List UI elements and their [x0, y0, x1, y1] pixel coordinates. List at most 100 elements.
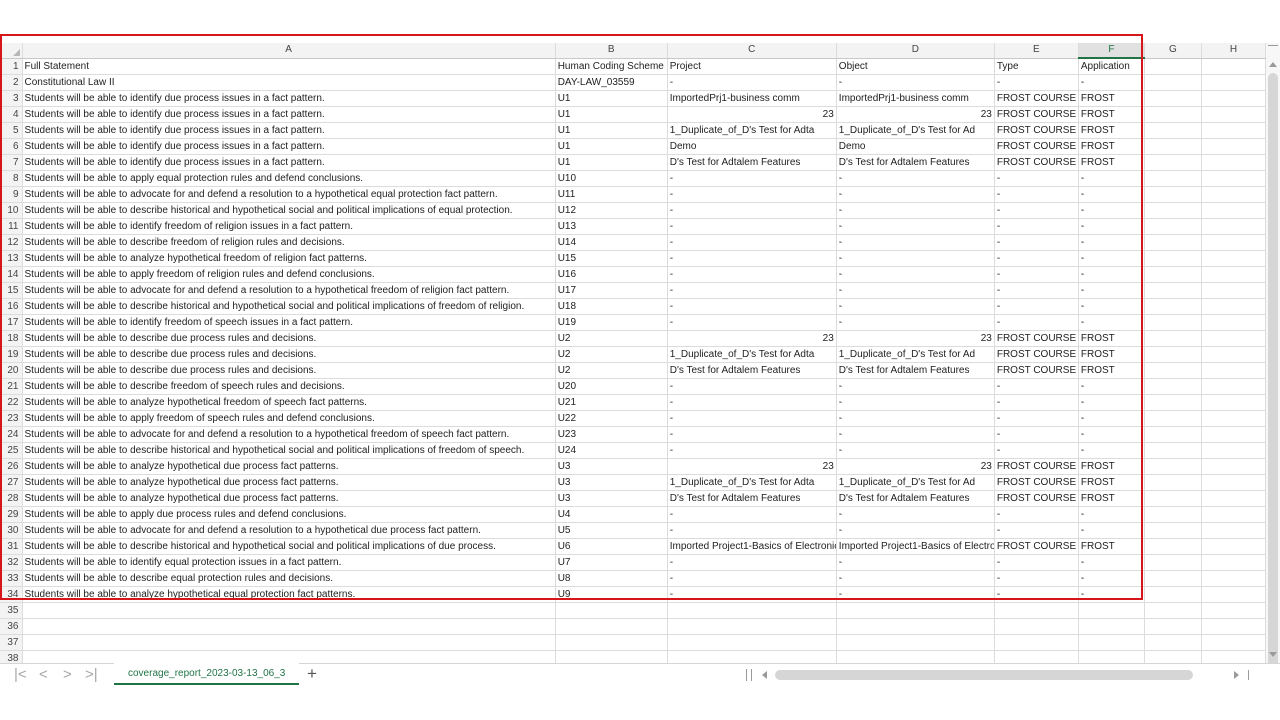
row-header[interactable]: 7 [0, 154, 23, 171]
cell-c12[interactable]: - [667, 234, 837, 251]
cell-c24[interactable]: - [667, 426, 837, 443]
cell-b15[interactable]: U17 [555, 282, 668, 299]
cell-b3[interactable]: U1 [555, 90, 668, 107]
cell-h6[interactable] [1201, 138, 1267, 155]
cell-d31[interactable]: Imported Project1-Basics of Electronics [836, 538, 995, 555]
cell-e28[interactable]: FROST COURSE [994, 490, 1079, 507]
cell-f17[interactable]: - [1078, 314, 1145, 331]
cell-g15[interactable] [1144, 282, 1202, 299]
cell-d14[interactable]: - [836, 266, 995, 283]
cell-b36[interactable] [555, 618, 668, 635]
column-header-d[interactable]: D [836, 43, 995, 59]
horizontal-scrollbar[interactable] [757, 668, 1249, 682]
cell-b21[interactable]: U20 [555, 378, 668, 395]
cell-a5[interactable]: Students will be able to identify due pr… [22, 122, 556, 139]
last-sheet-icon[interactable]: >| [85, 667, 98, 682]
cell-a10[interactable]: Students will be able to describe histor… [22, 202, 556, 219]
cell-g7[interactable] [1144, 154, 1202, 171]
scroll-down-icon[interactable] [1269, 652, 1277, 657]
scroll-right-icon[interactable] [1234, 671, 1239, 679]
cell-g36[interactable] [1144, 618, 1202, 635]
add-sheet-button[interactable]: + [307, 665, 317, 683]
cell-c2[interactable]: - [667, 74, 837, 91]
cell-b4[interactable]: U1 [555, 106, 668, 123]
cell-b34[interactable]: U9 [555, 586, 668, 603]
cell-c19[interactable]: 1_Duplicate_of_D's Test for Adta [667, 346, 837, 363]
cell-a21[interactable]: Students will be able to describe freedo… [22, 378, 556, 395]
cell-g17[interactable] [1144, 314, 1202, 331]
row-header[interactable]: 20 [0, 362, 23, 379]
cell-d34[interactable]: - [836, 586, 995, 603]
cell-b10[interactable]: U12 [555, 202, 668, 219]
cell-b19[interactable]: U2 [555, 346, 668, 363]
cell-h17[interactable] [1201, 314, 1267, 331]
cell-c35[interactable] [667, 602, 837, 619]
row-header[interactable]: 2 [0, 74, 23, 91]
cell-e29[interactable]: - [994, 506, 1079, 523]
cell-h31[interactable] [1201, 538, 1267, 555]
cell-g18[interactable] [1144, 330, 1202, 347]
cell-f18[interactable]: FROST [1078, 330, 1145, 347]
cell-e25[interactable]: - [994, 442, 1079, 459]
cell-b1[interactable]: Human Coding Scheme [555, 58, 668, 75]
cell-a12[interactable]: Students will be able to describe freedo… [22, 234, 556, 251]
cell-g37[interactable] [1144, 634, 1202, 651]
cell-a25[interactable]: Students will be able to describe histor… [22, 442, 556, 459]
cell-h1[interactable] [1201, 58, 1267, 75]
column-header-c[interactable]: C [667, 43, 837, 59]
cell-e35[interactable] [994, 602, 1079, 619]
cell-c11[interactable]: - [667, 218, 837, 235]
cell-a17[interactable]: Students will be able to identify freedo… [22, 314, 556, 331]
row-header[interactable]: 22 [0, 394, 23, 411]
cell-c15[interactable]: - [667, 282, 837, 299]
cell-f19[interactable]: FROST [1078, 346, 1145, 363]
cell-c8[interactable]: - [667, 170, 837, 187]
row-header[interactable]: 13 [0, 250, 23, 267]
cell-d10[interactable]: - [836, 202, 995, 219]
cell-h27[interactable] [1201, 474, 1267, 491]
cell-e11[interactable]: - [994, 218, 1079, 235]
cell-d21[interactable]: - [836, 378, 995, 395]
cell-f29[interactable]: - [1078, 506, 1145, 523]
cell-e12[interactable]: - [994, 234, 1079, 251]
cell-a32[interactable]: Students will be able to identify equal … [22, 554, 556, 571]
cell-e18[interactable]: FROST COURSE [994, 330, 1079, 347]
cell-c14[interactable]: - [667, 266, 837, 283]
cell-d6[interactable]: Demo [836, 138, 995, 155]
cell-a3[interactable]: Students will be able to identify due pr… [22, 90, 556, 107]
cell-b26[interactable]: U3 [555, 458, 668, 475]
cell-b13[interactable]: U15 [555, 250, 668, 267]
cell-a18[interactable]: Students will be able to describe due pr… [22, 330, 556, 347]
cell-a13[interactable]: Students will be able to analyze hypothe… [22, 250, 556, 267]
cell-b37[interactable] [555, 634, 668, 651]
cell-a34[interactable]: Students will be able to analyze hypothe… [22, 586, 556, 603]
cell-a28[interactable]: Students will be able to analyze hypothe… [22, 490, 556, 507]
cell-c18[interactable]: 23 [667, 330, 837, 347]
cell-f22[interactable]: - [1078, 394, 1145, 411]
cell-e6[interactable]: FROST COURSE [994, 138, 1079, 155]
cell-f37[interactable] [1078, 634, 1145, 651]
cell-d18[interactable]: 23 [836, 330, 995, 347]
cell-b33[interactable]: U8 [555, 570, 668, 587]
row-header[interactable]: 35 [0, 602, 23, 619]
cell-c25[interactable]: - [667, 442, 837, 459]
cell-d17[interactable]: - [836, 314, 995, 331]
cell-c34[interactable]: - [667, 586, 837, 603]
cell-a9[interactable]: Students will be able to advocate for an… [22, 186, 556, 203]
select-all-corner[interactable] [0, 43, 23, 59]
cell-b35[interactable] [555, 602, 668, 619]
cell-h15[interactable] [1201, 282, 1267, 299]
cell-c5[interactable]: 1_Duplicate_of_D's Test for Adta [667, 122, 837, 139]
cell-g10[interactable] [1144, 202, 1202, 219]
cell-a33[interactable]: Students will be able to describe equal … [22, 570, 556, 587]
cell-c31[interactable]: Imported Project1-Basics of Electronics [667, 538, 837, 555]
cell-f14[interactable]: - [1078, 266, 1145, 283]
sheet-tab-active[interactable]: coverage_report_2023-03-13_06_3 [114, 663, 300, 685]
cell-b25[interactable]: U24 [555, 442, 668, 459]
row-header[interactable]: 14 [0, 266, 23, 283]
cell-g24[interactable] [1144, 426, 1202, 443]
cell-g8[interactable] [1144, 170, 1202, 187]
row-header[interactable]: 15 [0, 282, 23, 299]
cell-g30[interactable] [1144, 522, 1202, 539]
row-header[interactable]: 31 [0, 538, 23, 555]
